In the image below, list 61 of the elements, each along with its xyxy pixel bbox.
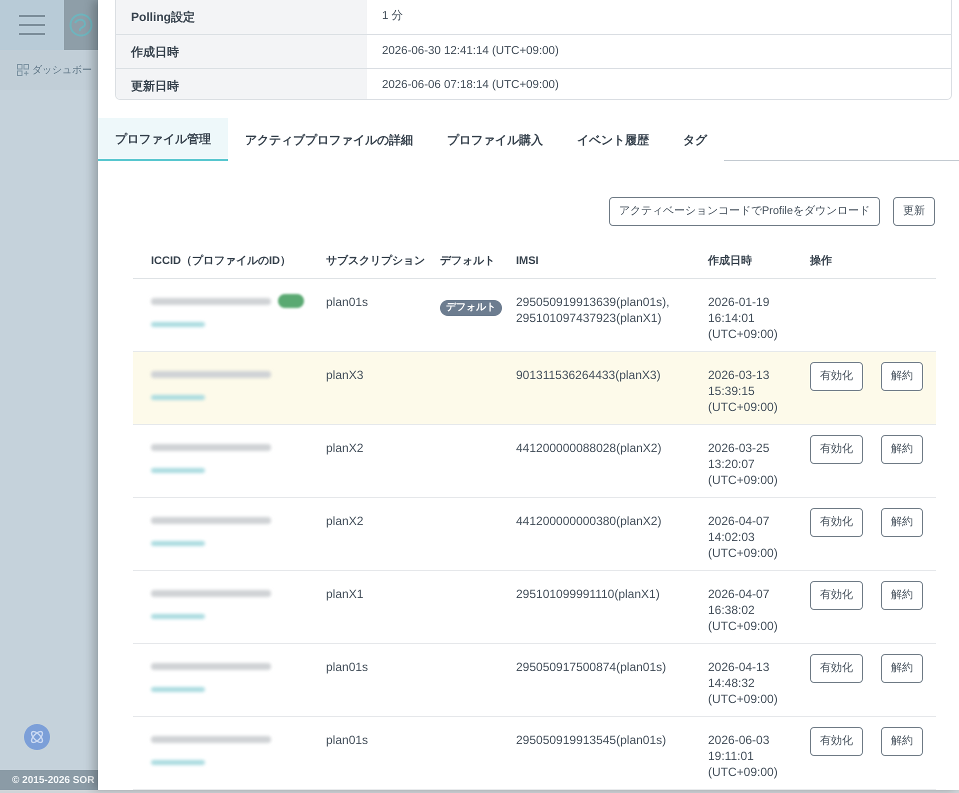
blurred-link-placeholder [151,760,205,765]
menu-icon[interactable] [19,15,45,35]
atom-icon[interactable] [24,724,50,750]
blurred-link-placeholder [151,687,205,692]
imsi-text: 295050917500874(plan01s) [516,660,666,674]
logo-icon[interactable] [69,13,93,37]
created-date-text: 2026-06-03 19:11:01 (UTC+09:00) [708,733,778,779]
subscription-text: planX2 [326,441,364,455]
blurred-link-placeholder [151,614,205,619]
created-date-text: 2026-01-19 16:14:01 (UTC+09:00) [708,295,778,341]
imsi-text: 295050919913545(plan01s) [516,733,666,747]
activate-button[interactable]: 有効化 [810,654,863,683]
refresh-button[interactable]: 更新 [893,197,935,226]
default-badge: デフォルト [440,300,502,316]
created-date-text: 2026-03-25 13:20:07 (UTC+09:00) [708,441,778,487]
imsi-text: 901311536264433(planX3) [516,368,661,382]
imsi-text: 441200000000380(planX2) [516,514,662,528]
subscription-text: plan01s [326,733,368,747]
subscription-text: plan01s [326,295,368,309]
info-label-cell: 作成日時 [116,35,367,68]
activate-button[interactable]: 有効化 [810,362,863,391]
cancel-contract-button[interactable]: 解約 [881,581,923,610]
activate-button[interactable]: 有効化 [810,508,863,537]
column-header: デフォルト [440,255,495,267]
blurred-link-placeholder [151,541,205,546]
subscription-text: planX1 [326,587,364,601]
activate-button[interactable]: 有効化 [810,435,863,464]
grid-icon [17,64,29,76]
tab[interactable]: プロファイル管理 [98,118,228,161]
cancel-contract-button[interactable]: 解約 [881,727,923,756]
activate-button[interactable]: 有効化 [810,727,863,756]
imsi-text: 295050919913639(plan01s), 295101097437923(planX1) [516,295,670,325]
cancel-contract-button[interactable]: 解約 [881,508,923,537]
info-value: 1 分 [382,8,404,24]
subscription-text: planX2 [326,514,364,528]
blurred-link-placeholder [151,468,205,473]
download-profile-button[interactable]: アクティベーションコードでProfileをダウンロード [608,197,880,226]
info-value: 2026-06-30 12:41:14 (UTC+09:00) [382,44,559,59]
activate-button[interactable]: 有効化 [810,581,863,610]
column-header: 作成日時 [708,255,752,267]
cancel-contract-button[interactable]: 解約 [881,362,923,391]
column-header: 操作 [810,255,832,267]
column-header: ICCID（プロファイルのID） [151,255,291,267]
imsi-text: 441200000088028(planX2) [516,441,662,455]
column-header: サブスクリプション [326,255,425,267]
blurred-link-placeholder [151,322,205,327]
imsi-text: 295101099991110(planX1) [516,587,660,601]
subscription-text: planX3 [326,368,364,382]
cancel-contract-button[interactable]: 解約 [881,435,923,464]
info-value: 2026-06-06 07:18:14 (UTC+09:00) [382,78,559,94]
cancel-contract-button[interactable]: 解約 [881,654,923,683]
subscription-text: plan01s [326,660,368,674]
created-date-text: 2026-04-07 14:02:03 (UTC+09:00) [708,514,778,560]
created-date-text: 2026-04-13 14:48:32 (UTC+09:00) [708,660,778,706]
info-label-cell: 更新日時 [116,69,367,99]
column-header: IMSI [516,255,539,267]
blurred-link-placeholder [151,395,205,400]
created-date-text: 2026-03-13 15:39:15 (UTC+09:00) [708,368,778,414]
copyright-text: © 2015-2026 SOR [12,774,94,788]
created-date-text: 2026-04-07 16:38:02 (UTC+09:00) [708,587,778,633]
info-label-cell: Polling設定 [116,0,367,34]
